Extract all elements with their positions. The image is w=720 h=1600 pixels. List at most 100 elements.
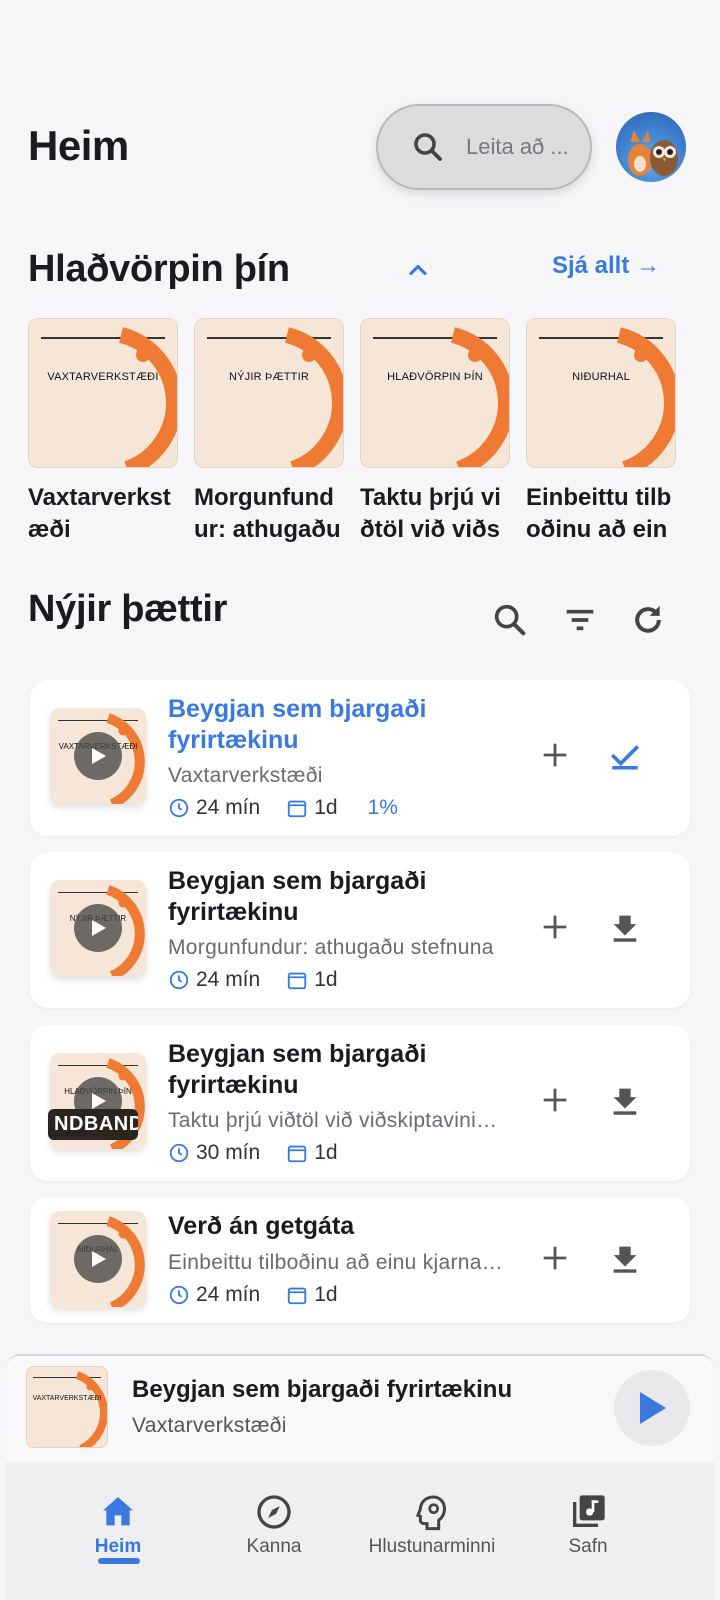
episode-card[interactable]: VAXTARVERKSTÆÐI Beygjan sem bjargaði fyr… — [30, 680, 690, 836]
episode-card[interactable]: HLAÐVÖRPIN ÞÍN NDBAND Beygjan sem bjarga… — [30, 1025, 690, 1181]
nav-item-library[interactable]: Safn — [508, 1492, 668, 1558]
nav-label: Kanna — [246, 1536, 302, 1557]
nav-item-home[interactable]: Heim — [38, 1492, 198, 1558]
podcasts-section-title: Hlaðvörpin þín — [28, 248, 290, 290]
filter-icon[interactable] — [560, 600, 604, 644]
nav-label: Heim — [94, 1536, 142, 1557]
nav-label: Safn — [568, 1536, 608, 1557]
podcast-cover: HLAÐVÖRPIN ÞÍN — [360, 318, 510, 468]
podcast-tile[interactable]: NIÐURHAL Einbeittu tilboðinu að einu kja… — [526, 318, 676, 546]
cover-title: NÝJIR ÞÆTTIR — [228, 371, 309, 383]
home-icon — [103, 1497, 133, 1526]
episode-duration: 30 mín — [196, 1141, 261, 1164]
chevron-up-icon[interactable] — [404, 256, 432, 284]
podcast-carousel[interactable]: VAXTARVERKSTÆÐI Vaxtarverkstæði NÝJIR ÞÆ… — [28, 318, 720, 548]
nav-label: Hlustunarminni — [368, 1536, 496, 1557]
episode-podcast: Vaxtarverkstæði — [168, 764, 323, 787]
episode-title[interactable]: Verð án getgáta — [168, 1211, 508, 1242]
download-icon[interactable] — [608, 1083, 642, 1117]
episode-title[interactable]: Beygjan sem bjargaði fyrirtækinu — [168, 694, 508, 756]
podcast-name: Einbeittu tilboðinu að einu kjarna — [526, 484, 672, 543]
episode-list-toolbar — [490, 600, 690, 644]
refresh-icon[interactable] — [628, 600, 672, 644]
episode-date: 1d — [314, 968, 338, 991]
play-icon[interactable] — [74, 1235, 122, 1283]
podcast-cover: VAXTARVERKSTÆÐI — [28, 318, 178, 468]
play-icon[interactable] — [74, 904, 122, 952]
clock-icon — [169, 970, 189, 990]
bottom-navigation: Heim Kanna Hlustunarminni Safn — [6, 1462, 714, 1600]
episode-meta: 30 mín 1d — [168, 1141, 364, 1165]
episode-meta: 24 mín 1d 1% — [168, 796, 398, 820]
calendar-icon — [288, 972, 307, 990]
episode-duration: 24 mín — [196, 796, 261, 819]
brain-icon — [415, 1495, 447, 1531]
podcast-tile[interactable]: VAXTARVERKSTÆÐI Vaxtarverkstæði — [28, 318, 178, 546]
avatar-image — [628, 130, 678, 176]
mini-player-cover: VAXTARVERKSTÆÐI — [26, 1366, 108, 1448]
episode-duration: 24 mín — [196, 1283, 261, 1306]
add-to-queue-icon[interactable] — [538, 910, 572, 944]
podcast-tile[interactable]: HLAÐVÖRPIN ÞÍN Taktu þrjú viðtöl við við… — [360, 318, 510, 546]
download-icon[interactable] — [608, 910, 642, 944]
cover-title: NIÐURHAL — [572, 371, 630, 383]
check-icon[interactable] — [608, 738, 642, 772]
episode-card[interactable]: NIÐURHAL Verð án getgáta Einbeittu tilbo… — [30, 1197, 690, 1323]
nav-item-listening-memory[interactable]: Hlustunarminni — [352, 1492, 512, 1558]
calendar-icon — [288, 800, 307, 818]
search-icon[interactable] — [490, 600, 534, 644]
search-icon — [414, 133, 442, 161]
episodes-section-title: Nýjir þættir — [28, 588, 228, 630]
video-badge: NDBAND — [48, 1109, 138, 1140]
avatar[interactable] — [616, 112, 686, 182]
see-all-link[interactable]: Sjá allt → — [552, 252, 660, 280]
add-to-queue-icon[interactable] — [538, 738, 572, 772]
episode-date: 1d — [314, 1283, 338, 1306]
calendar-icon — [288, 1287, 307, 1305]
cover-title: HLAÐVÖRPIN ÞÍN — [387, 371, 483, 383]
episode-thumbnail[interactable]: NIÐURHAL — [50, 1211, 146, 1307]
clock-icon — [169, 798, 189, 818]
episode-date: 1d — [314, 796, 338, 819]
library-icon — [573, 1495, 605, 1527]
podcast-cover: NÝJIR ÞÆTTIR — [194, 318, 344, 468]
cover-title: VAXTARVERKSTÆÐI — [32, 1395, 102, 1402]
play-icon[interactable] — [74, 732, 122, 780]
search-placeholder: Leita að ... — [466, 134, 569, 159]
episode-date: 1d — [314, 1141, 338, 1164]
podcasts-section-header: Hlaðvörpin þín Sjá allt → — [0, 248, 720, 308]
play-button[interactable] — [614, 1370, 690, 1446]
clock-icon — [169, 1285, 189, 1305]
clock-icon — [169, 1143, 189, 1163]
download-icon[interactable] — [608, 1241, 642, 1275]
episode-meta: 24 mín 1d — [168, 968, 364, 992]
nav-active-indicator — [98, 1558, 140, 1564]
podcast-name: Taktu þrjú viðtöl við viðskiptavini — [360, 484, 501, 543]
episode-meta: 24 mín 1d — [168, 1283, 364, 1307]
episode-thumbnail[interactable]: VAXTARVERKSTÆÐI — [50, 708, 146, 804]
episode-duration: 24 mín — [196, 968, 261, 991]
play-icon — [640, 1392, 666, 1424]
add-to-queue-icon[interactable] — [538, 1083, 572, 1117]
episode-podcast: Einbeittu tilboðinu að einu kjarna… — [168, 1251, 504, 1274]
episode-podcast: Morgunfundur: athugaðu stefnuna — [168, 936, 494, 959]
compass-icon — [257, 1495, 291, 1529]
search-field[interactable]: Leita að ... — [376, 104, 592, 190]
podcast-tile[interactable]: NÝJIR ÞÆTTIR Morgunfundur: athugaðu stef… — [194, 318, 344, 546]
cover-title: VAXTARVERKSTÆÐI — [47, 371, 159, 383]
episode-podcast: Taktu þrjú viðtöl við viðskiptavini… — [168, 1109, 498, 1132]
mini-player[interactable]: VAXTARVERKSTÆÐI Beygjan sem bjargaði fyr… — [6, 1354, 714, 1462]
calendar-icon — [288, 1145, 307, 1163]
header: Heim Leita að ... — [0, 100, 720, 196]
episode-title[interactable]: Beygjan sem bjargaði fyrirtækinu — [168, 1039, 508, 1101]
episode-thumbnail[interactable]: NÝJIR ÞÆTTIR — [50, 880, 146, 976]
podcast-cover: NIÐURHAL — [526, 318, 676, 468]
podcast-name: Morgunfundur: athugaðu stefnuna — [194, 484, 341, 543]
page-title: Heim — [28, 122, 129, 169]
mini-player-title: Beygjan sem bjargaði fyrirtækinu — [132, 1376, 513, 1403]
episode-title[interactable]: Beygjan sem bjargaði fyrirtækinu — [168, 866, 508, 928]
nav-item-explore[interactable]: Kanna — [194, 1492, 354, 1558]
add-to-queue-icon[interactable] — [538, 1241, 572, 1275]
mini-player-podcast: Vaxtarverkstæði — [132, 1414, 287, 1437]
episode-card[interactable]: NÝJIR ÞÆTTIR Beygjan sem bjargaði fyrirt… — [30, 852, 690, 1008]
